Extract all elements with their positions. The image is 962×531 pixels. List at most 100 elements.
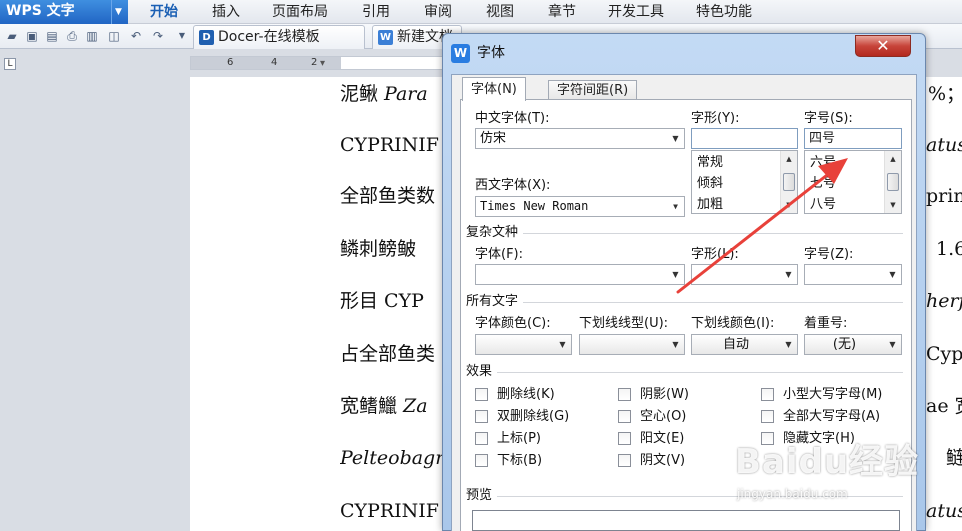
chevron-down-icon[interactable]: ▼ bbox=[884, 335, 901, 354]
chevron-down-icon[interactable]: ▼ bbox=[174, 28, 190, 44]
complex-size-select[interactable]: ▼ bbox=[804, 264, 902, 285]
tab-font[interactable]: 字体(N) bbox=[462, 77, 526, 101]
scrollbar[interactable]: ▲ ▼ bbox=[780, 151, 797, 213]
checkbox[interactable] bbox=[618, 432, 631, 445]
chevron-down-icon[interactable]: ▼ bbox=[667, 129, 684, 148]
underline-style-select[interactable]: ▼ bbox=[579, 334, 685, 355]
menu-bar: WPS 文字 ▼ 开始 插入 页面布局 引用 审阅 视图 章节 开发工具 特色功… bbox=[0, 0, 962, 24]
chevron-down-icon[interactable]: ▼ bbox=[884, 265, 901, 284]
western-font-select[interactable]: Times New Roman ▼ bbox=[475, 196, 685, 217]
underline-color-label: 下划线颜色(I): bbox=[691, 316, 775, 331]
font-style-list[interactable]: 常规 倾斜 加粗 ▲ ▼ bbox=[691, 150, 798, 214]
menu-features[interactable]: 特色功能 bbox=[696, 0, 752, 24]
complex-section-title: 复杂文种 bbox=[466, 225, 519, 240]
list-item[interactable]: 常规 bbox=[697, 155, 723, 171]
font-color-select[interactable]: ▼ bbox=[475, 334, 572, 355]
app-menu-button[interactable]: WPS 文字 ▼ bbox=[0, 0, 128, 24]
document-icon: W bbox=[378, 30, 393, 45]
checkbox-label: 全部大写字母(A) bbox=[783, 409, 881, 424]
tab-stop-selector[interactable]: L bbox=[4, 58, 16, 70]
list-item[interactable]: 七号 bbox=[810, 176, 836, 192]
baidu-watermark: Baidu经验 jingyan.baidu.com bbox=[735, 440, 960, 530]
open-folder-icon[interactable]: ▰ bbox=[4, 28, 20, 44]
scrollbar[interactable]: ▲ ▼ bbox=[884, 151, 901, 213]
checkbox[interactable] bbox=[618, 410, 631, 423]
list-item[interactable]: 八号 bbox=[810, 197, 836, 213]
chevron-down-icon[interactable]: ▼ bbox=[780, 335, 797, 354]
chevron-down-icon[interactable]: ▼ bbox=[780, 265, 797, 284]
menu-page-layout[interactable]: 页面布局 bbox=[272, 0, 328, 24]
scroll-thumb[interactable] bbox=[783, 173, 795, 191]
menu-home[interactable]: 开始 bbox=[150, 0, 178, 24]
font-size-list[interactable]: 六号 七号 八号 ▲ ▼ bbox=[804, 150, 902, 214]
checkbox[interactable] bbox=[761, 410, 774, 423]
scroll-down-icon[interactable]: ▼ bbox=[885, 197, 901, 213]
chinese-font-select[interactable]: 仿宋 ▼ bbox=[475, 128, 685, 149]
checkbox[interactable] bbox=[475, 388, 488, 401]
doc-line-tail: Cyp bbox=[926, 343, 962, 365]
underline-color-select[interactable]: 自动 ▼ bbox=[691, 334, 798, 355]
ruler-number: 2 bbox=[311, 57, 318, 68]
tab-label: Docer-在线模板 bbox=[218, 29, 320, 45]
font-style-label: 字形(Y): bbox=[691, 111, 740, 126]
doc-line-tail: ae 宽 bbox=[926, 395, 962, 417]
save-icon[interactable]: ▣ bbox=[24, 28, 40, 44]
ruler-number: 6 bbox=[227, 57, 234, 68]
print-preview-icon[interactable]: ▥ bbox=[84, 28, 100, 44]
undo-icon[interactable]: ↶ bbox=[128, 28, 144, 44]
menu-developer[interactable]: 开发工具 bbox=[608, 0, 664, 24]
font-style-input[interactable] bbox=[691, 128, 798, 149]
print-icon[interactable]: ⎙ bbox=[64, 28, 80, 44]
chinese-font-label: 中文字体(T): bbox=[475, 111, 550, 126]
checkbox[interactable] bbox=[475, 410, 488, 423]
scroll-thumb[interactable] bbox=[887, 173, 899, 191]
complex-font-select[interactable]: ▼ bbox=[475, 264, 685, 285]
menu-chapter[interactable]: 章节 bbox=[548, 0, 576, 24]
complex-style-select[interactable]: ▼ bbox=[691, 264, 798, 285]
scroll-down-icon[interactable]: ▼ bbox=[781, 197, 797, 213]
emphasis-value: (无) bbox=[832, 337, 857, 352]
spellcheck-icon[interactable]: ◫ bbox=[106, 28, 122, 44]
redo-icon[interactable]: ↷ bbox=[150, 28, 166, 44]
font-size-input[interactable]: 四号 bbox=[804, 128, 902, 149]
tab-docer[interactable]: D Docer-在线模板 bbox=[193, 25, 365, 49]
ruler-margin bbox=[191, 57, 341, 69]
menu-view[interactable]: 视图 bbox=[486, 0, 514, 24]
menu-review[interactable]: 审阅 bbox=[424, 0, 452, 24]
indent-marker-icon[interactable]: ▾ bbox=[320, 58, 334, 72]
scroll-up-icon[interactable]: ▲ bbox=[781, 151, 797, 167]
checkbox[interactable] bbox=[761, 388, 774, 401]
list-item[interactable]: 六号 bbox=[810, 155, 836, 171]
checkbox-label: 空心(O) bbox=[640, 409, 687, 424]
ruler-number: 4 bbox=[271, 57, 278, 68]
divider bbox=[523, 233, 903, 234]
checkbox-label: 阴影(W) bbox=[640, 387, 689, 402]
list-item[interactable]: 加粗 bbox=[697, 197, 723, 213]
complex-font-label: 字体(F): bbox=[475, 247, 524, 262]
chevron-down-icon[interactable]: ▼ bbox=[111, 0, 125, 24]
menu-references[interactable]: 引用 bbox=[362, 0, 390, 24]
doc-line: 泥鳅 Para bbox=[340, 83, 428, 105]
dialog-title-bar[interactable]: W 字体 bbox=[451, 42, 505, 64]
emphasis-select[interactable]: (无) ▼ bbox=[804, 334, 902, 355]
close-button[interactable]: ✕ bbox=[855, 35, 911, 57]
checkbox[interactable] bbox=[618, 388, 631, 401]
watermark-url: jingyan.baidu.com bbox=[737, 487, 848, 501]
export-pdf-icon[interactable]: ▤ bbox=[44, 28, 60, 44]
checkbox[interactable] bbox=[618, 454, 631, 467]
preview-section-title: 预览 bbox=[466, 488, 493, 503]
scroll-up-icon[interactable]: ▲ bbox=[885, 151, 901, 167]
menu-insert[interactable]: 插入 bbox=[212, 0, 240, 24]
watermark-logo: Baidu经验 bbox=[735, 442, 920, 482]
list-item[interactable]: 倾斜 bbox=[697, 176, 723, 192]
chevron-down-icon[interactable]: ▼ bbox=[667, 265, 684, 284]
checkbox[interactable] bbox=[475, 432, 488, 445]
checkbox[interactable] bbox=[475, 454, 488, 467]
tab-character-spacing[interactable]: 字符间距(R) bbox=[548, 80, 638, 101]
doc-line: 全部鱼类数 bbox=[340, 185, 436, 207]
font-size-label: 字号(S): bbox=[804, 111, 853, 126]
doc-line: 宽鳍鱲 Za bbox=[340, 395, 428, 417]
chevron-down-icon[interactable]: ▼ bbox=[554, 335, 571, 354]
chevron-down-icon[interactable]: ▼ bbox=[667, 197, 684, 216]
chevron-down-icon[interactable]: ▼ bbox=[667, 335, 684, 354]
